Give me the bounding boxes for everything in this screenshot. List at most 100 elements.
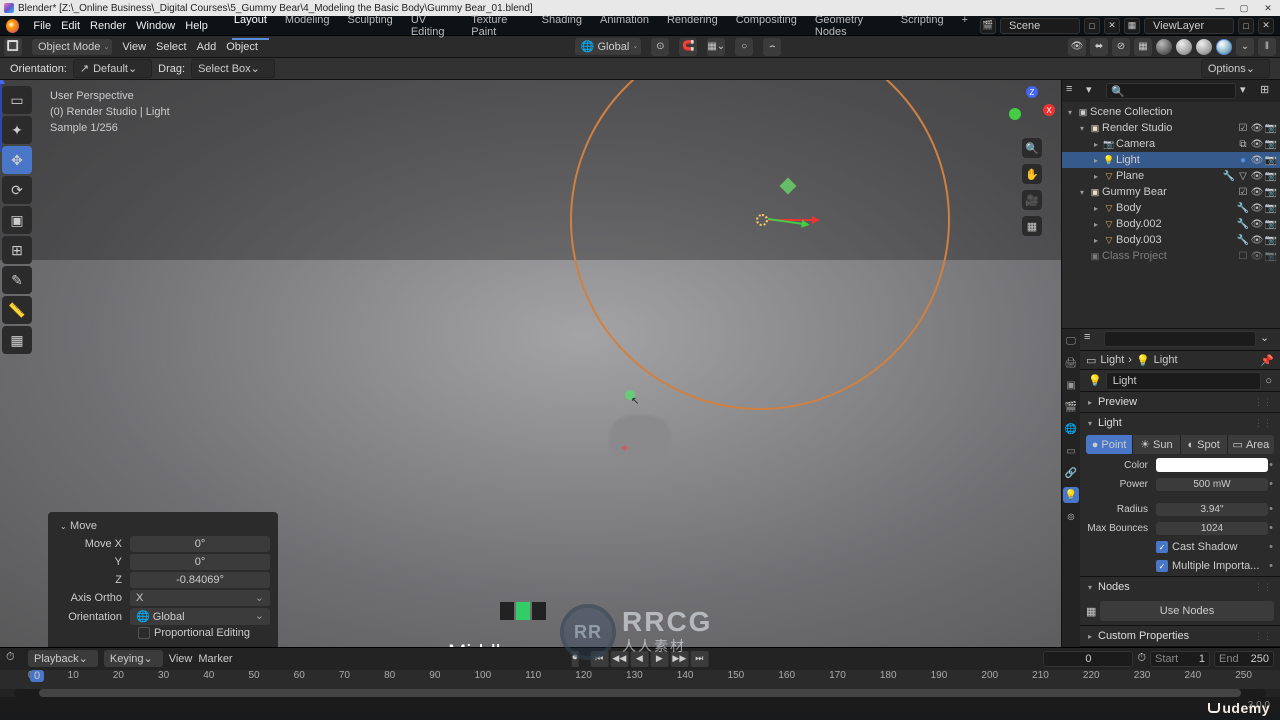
section-light-toggle[interactable]: ▾Light⋮⋮ xyxy=(1080,413,1280,433)
maximize-button[interactable]: ▢ xyxy=(1232,0,1256,16)
light-type-point[interactable]: ●Point xyxy=(1086,435,1133,454)
perspective-toggle-button[interactable]: ▦ xyxy=(1022,216,1042,236)
outliner-row-gummy-bear[interactable]: ▾▣ Gummy Bear ☑👁📷 xyxy=(1062,184,1280,200)
tool-measure[interactable]: 📏 xyxy=(2,296,32,324)
viewlayer-browse-button[interactable]: ▦ xyxy=(1124,18,1140,34)
menu-render[interactable]: Render xyxy=(90,20,126,32)
outliner-filter-button[interactable]: ▾ xyxy=(1240,83,1256,99)
tab-output[interactable]: 🖨 xyxy=(1063,355,1079,371)
zoom-button[interactable]: 🔍 xyxy=(1022,138,1042,158)
camera-icon[interactable]: 📷 xyxy=(1264,155,1278,166)
gummy-bear-mesh[interactable] xyxy=(610,415,670,460)
outliner-row-body002[interactable]: ▸▽ Body.002 🔧👁📷 xyxy=(1062,216,1280,232)
tab-scene[interactable]: 🎬 xyxy=(1063,399,1079,415)
keyframe-dot[interactable]: • xyxy=(1268,478,1274,490)
shading-solid-button[interactable] xyxy=(1176,39,1192,55)
orientation-dropdown[interactable]: ↗Default⌄ xyxy=(73,59,152,78)
data-browse-button[interactable]: ○ xyxy=(1261,375,1276,387)
light-name-field[interactable]: Light xyxy=(1106,372,1262,390)
tab-render[interactable]: 🖵 xyxy=(1063,333,1079,349)
marker-menu[interactable]: Marker xyxy=(198,653,232,665)
timeline-editor-type-button[interactable]: ⏱ xyxy=(6,651,22,667)
transform-orientation-dropdown[interactable]: 🌐 Global⌄ xyxy=(575,38,642,55)
tab-physics[interactable]: ⊚ xyxy=(1063,509,1079,525)
camera-icon[interactable]: 📷 xyxy=(1264,251,1278,262)
light-color-swatch[interactable] xyxy=(1156,458,1268,472)
menu-file[interactable]: File xyxy=(33,20,51,32)
section-custom-props-toggle[interactable]: ▸Custom Properties⋮⋮ xyxy=(1080,626,1280,646)
keyframe-dot[interactable]: • xyxy=(1268,522,1274,534)
proportional-falloff-button[interactable]: ⌢ xyxy=(763,38,781,56)
tab-constraints[interactable]: 🔗 xyxy=(1063,465,1079,481)
power-field[interactable]: 500 mW xyxy=(1156,478,1268,491)
move-y-field[interactable]: 0° xyxy=(130,554,270,570)
tool-add[interactable]: ▦ xyxy=(2,326,32,354)
eye-icon[interactable]: 👁 xyxy=(1250,235,1264,246)
tool-move[interactable]: ✥ xyxy=(2,146,32,174)
editor-type-button[interactable]: 🔳 xyxy=(4,38,22,56)
light-gizmo[interactable] xyxy=(756,214,768,226)
next-key-button[interactable]: ▶▶ xyxy=(670,651,688,667)
scene-delete-button[interactable]: ✕ xyxy=(1104,18,1120,34)
axis-y-icon[interactable] xyxy=(1009,108,1021,120)
3d-cursor-icon[interactable] xyxy=(620,442,634,456)
playhead[interactable]: 0 xyxy=(30,670,44,682)
scene-name-field[interactable]: Scene xyxy=(1000,18,1080,34)
proportional-editing-checkbox[interactable] xyxy=(138,627,150,639)
camera-icon[interactable]: 📷 xyxy=(1264,139,1278,150)
xray-toggle[interactable]: ▦ xyxy=(1134,38,1152,56)
workspace-tab-texture-paint[interactable]: Texture Paint xyxy=(469,12,525,40)
gizmo-button[interactable]: ⬌ xyxy=(1090,38,1108,56)
playback-menu[interactable]: Playback⌄ xyxy=(28,650,98,667)
menu-add[interactable]: Add xyxy=(197,41,217,53)
eye-icon[interactable]: 👁 xyxy=(1250,171,1264,182)
outliner-display-mode-button[interactable]: ▾ xyxy=(1086,83,1102,99)
play-button[interactable]: ▶ xyxy=(650,651,668,667)
use-nodes-button[interactable]: Use Nodes xyxy=(1100,601,1274,621)
workspace-tab-uv-editing[interactable]: UV Editing xyxy=(409,12,455,40)
checkbox-icon[interactable]: ☐ xyxy=(1236,251,1250,262)
move-x-field[interactable]: 0° xyxy=(130,536,270,552)
workspace-tab-scripting[interactable]: Scripting xyxy=(899,12,946,40)
camera-icon[interactable]: 📷 xyxy=(1264,171,1278,182)
workspace-tab-modeling[interactable]: Modeling xyxy=(283,12,332,40)
prev-key-button[interactable]: ◀◀ xyxy=(610,651,628,667)
menu-edit[interactable]: Edit xyxy=(61,20,80,32)
play-reverse-button[interactable]: ◀ xyxy=(630,651,648,667)
eye-icon[interactable]: 👁 xyxy=(1250,123,1264,134)
outliner-editor-type-button[interactable]: ≡ xyxy=(1066,83,1082,99)
start-frame-field[interactable]: Start1 xyxy=(1150,651,1210,667)
menu-window[interactable]: Window xyxy=(136,20,175,32)
shading-options-button[interactable]: ⌄ xyxy=(1236,38,1254,56)
eye-icon[interactable]: 👁 xyxy=(1250,187,1264,198)
operator-panel-move[interactable]: ⌄ Move Move X0° Y0° Z-0.84069° Axis Orth… xyxy=(48,512,278,647)
orientation-select[interactable]: 🌐 Global xyxy=(130,608,270,625)
checkbox-icon[interactable]: ☑ xyxy=(1236,187,1250,198)
eye-icon[interactable]: 👁 xyxy=(1250,251,1264,262)
menu-help[interactable]: Help xyxy=(185,20,208,32)
max-bounces-field[interactable]: 1024 xyxy=(1156,522,1268,535)
properties-search-input[interactable] xyxy=(1104,331,1256,347)
workspace-tab-sculpting[interactable]: Sculpting xyxy=(346,12,395,40)
menu-object[interactable]: Object xyxy=(226,41,258,53)
outliner-new-collection-button[interactable]: ⊞ xyxy=(1260,83,1276,99)
tab-viewlayer[interactable]: ▣ xyxy=(1063,377,1079,393)
shading-matpreview-button[interactable] xyxy=(1196,39,1212,55)
overlay-button[interactable]: ⊘ xyxy=(1112,38,1130,56)
tool-annotate[interactable]: ✎ xyxy=(2,266,32,294)
orbit-gizmo[interactable]: Z X xyxy=(1009,86,1055,132)
move-z-field[interactable]: -0.84069° xyxy=(130,572,270,588)
shading-wireframe-button[interactable] xyxy=(1156,39,1172,55)
workspace-tab-layout[interactable]: Layout xyxy=(232,12,269,40)
outliner-row-body003[interactable]: ▸▽ Body.003 🔧👁📷 xyxy=(1062,232,1280,248)
tool-scale[interactable]: ▣ xyxy=(2,206,32,234)
camera-icon[interactable]: 📷 xyxy=(1264,203,1278,214)
proportional-edit-button[interactable]: ○ xyxy=(735,38,753,56)
snap-options-button[interactable]: ▦⌄ xyxy=(707,38,725,56)
light-type-area[interactable]: ▭Area xyxy=(1228,435,1274,454)
outliner-row-camera[interactable]: ▸📷 Camera ⧉👁📷 xyxy=(1062,136,1280,152)
mode-dropdown[interactable]: Object Mode⌄ xyxy=(32,39,112,55)
shading-rendered-button[interactable] xyxy=(1216,39,1232,55)
minimize-button[interactable]: — xyxy=(1208,0,1232,16)
light-type-sun[interactable]: ☀Sun xyxy=(1133,435,1180,454)
